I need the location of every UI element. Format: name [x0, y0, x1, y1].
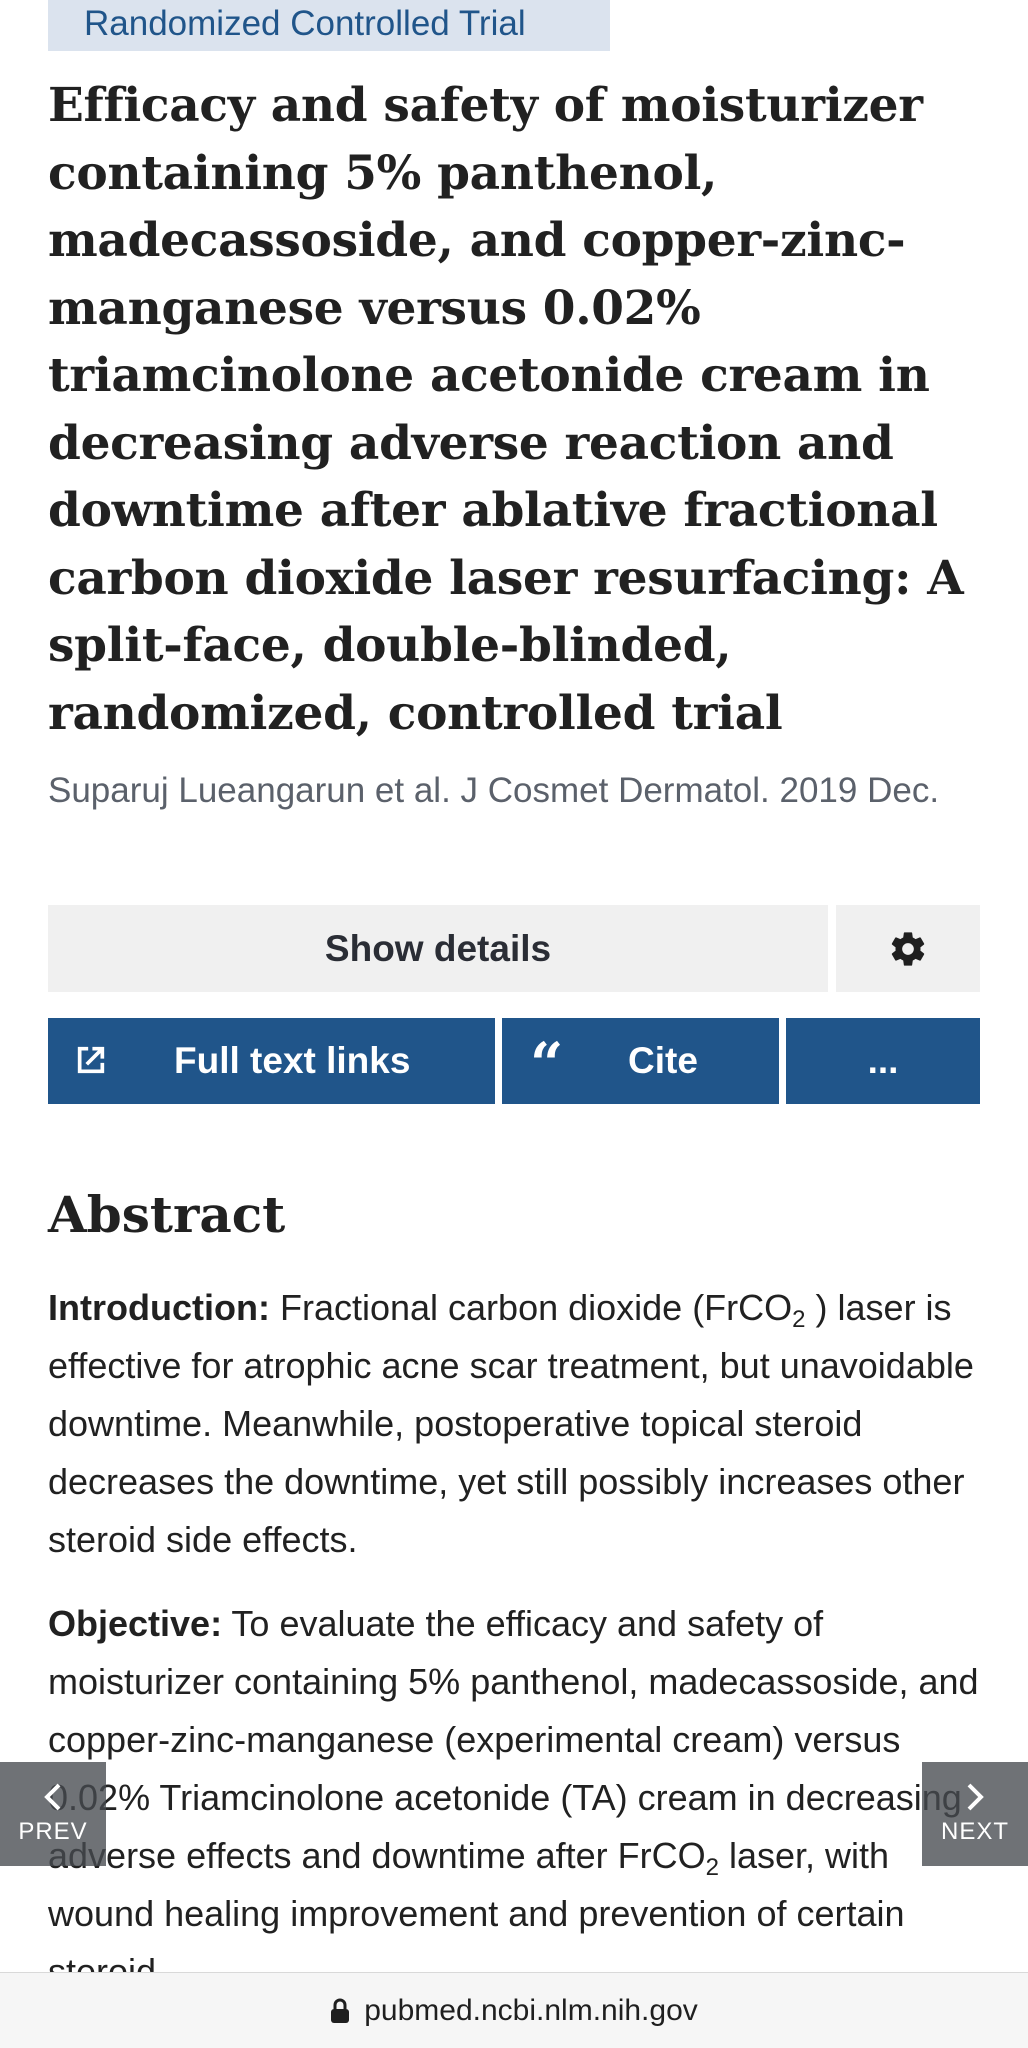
more-actions-label: ...	[867, 1040, 899, 1081]
objective-subscript: 2	[705, 1854, 719, 1881]
lock-icon	[331, 1998, 350, 2023]
url-text: pubmed.ncbi.nlm.nih.gov	[364, 1993, 698, 2027]
publication-type-badge: Randomized Controlled Trial	[48, 0, 610, 51]
gear-icon	[891, 931, 925, 966]
article-title: Efficacy and safety of moisturizer conta…	[48, 78, 964, 741]
introduction-text-1: Fractional carbon dioxide (FrCO	[279, 1287, 793, 1328]
chevron-right-icon	[967, 1783, 984, 1811]
introduction-subscript: 2	[792, 1306, 806, 1333]
more-actions-button[interactable]: ...	[786, 1018, 980, 1104]
quote-icon: “	[530, 1030, 564, 1098]
introduction-label: Introduction:	[48, 1287, 270, 1328]
next-button[interactable]: NEXT	[922, 1762, 1028, 1866]
abstract-introduction: Introduction: Fractional carbon dioxide …	[48, 1279, 988, 1569]
prev-button[interactable]: PREV	[0, 1762, 106, 1866]
full-text-links-label: Full text links	[174, 1040, 411, 1081]
cite-label: Cite	[628, 1040, 698, 1081]
chevron-left-icon	[44, 1783, 61, 1811]
full-text-links-button[interactable]: Full text links	[48, 1018, 495, 1104]
display-settings-button[interactable]	[836, 905, 980, 992]
article-citation[interactable]: Suparuj Lueangarun et al. J Cosmet Derma…	[48, 762, 968, 819]
next-label: NEXT	[940, 1818, 1009, 1845]
prev-label: PREV	[18, 1818, 88, 1845]
abstract-objective: Objective: To evaluate the efficacy and …	[48, 1595, 988, 2001]
external-link-icon	[77, 1046, 105, 1074]
show-details-label: Show details	[324, 927, 552, 969]
browser-url-bar[interactable]: pubmed.ncbi.nlm.nih.gov	[0, 1972, 1028, 2048]
show-details-button[interactable]: Show details	[48, 905, 828, 992]
abstract-heading: Abstract	[48, 1185, 286, 1244]
cite-button[interactable]: “ Cite	[502, 1018, 779, 1104]
objective-label: Objective:	[48, 1603, 223, 1644]
